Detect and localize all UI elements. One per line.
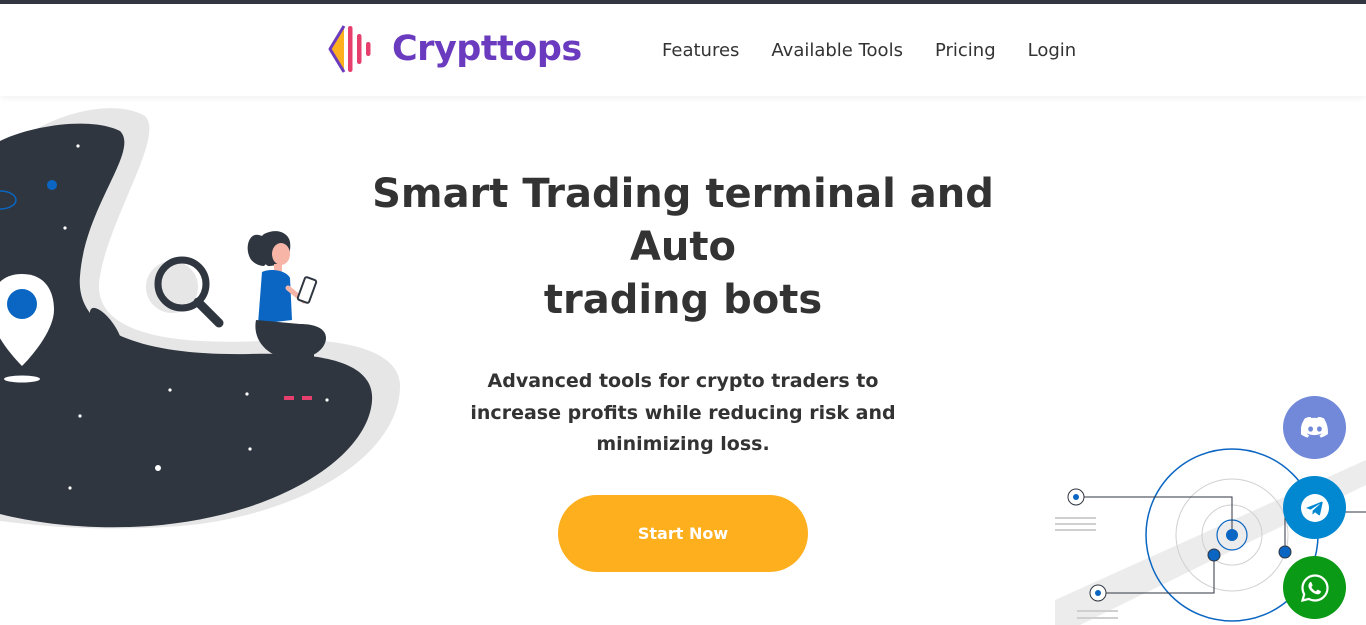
nav-login[interactable]: Login	[1028, 40, 1077, 62]
logo-mark-icon	[328, 25, 371, 73]
hero-subtitle: Advanced tools for crypto traders to inc…	[463, 366, 903, 461]
telegram-icon	[1300, 493, 1329, 522]
hero-subtitle-line-1: Advanced tools for crypto traders to	[487, 370, 879, 392]
nav-pricing[interactable]: Pricing	[935, 40, 996, 62]
nav-available-tools[interactable]: Available Tools	[771, 40, 903, 62]
discord-icon	[1300, 416, 1328, 438]
discord-button[interactable]	[1283, 396, 1346, 459]
hero-title: Smart Trading terminal and Auto trading …	[333, 168, 1033, 327]
brand-name: Crypttops	[392, 29, 582, 69]
hero-title-line-2: trading bots	[543, 277, 823, 323]
brand-logo[interactable]: Crypttops	[328, 22, 582, 76]
main-nav: Features Available Tools Pricing Login	[662, 40, 1108, 62]
site-header: Crypttops Features Available Tools Prici…	[0, 4, 1366, 96]
nav-features[interactable]: Features	[662, 40, 739, 62]
hero-subtitle-line-3: minimizing loss.	[596, 433, 770, 455]
whatsapp-icon	[1300, 573, 1329, 602]
start-now-button[interactable]: Start Now	[558, 495, 808, 572]
hero-subtitle-line-2: increase profits while reducing risk and	[470, 401, 896, 424]
telegram-button[interactable]	[1283, 476, 1346, 539]
hero-title-line-1: Smart Trading terminal and Auto	[372, 171, 994, 270]
whatsapp-button[interactable]	[1283, 556, 1346, 619]
